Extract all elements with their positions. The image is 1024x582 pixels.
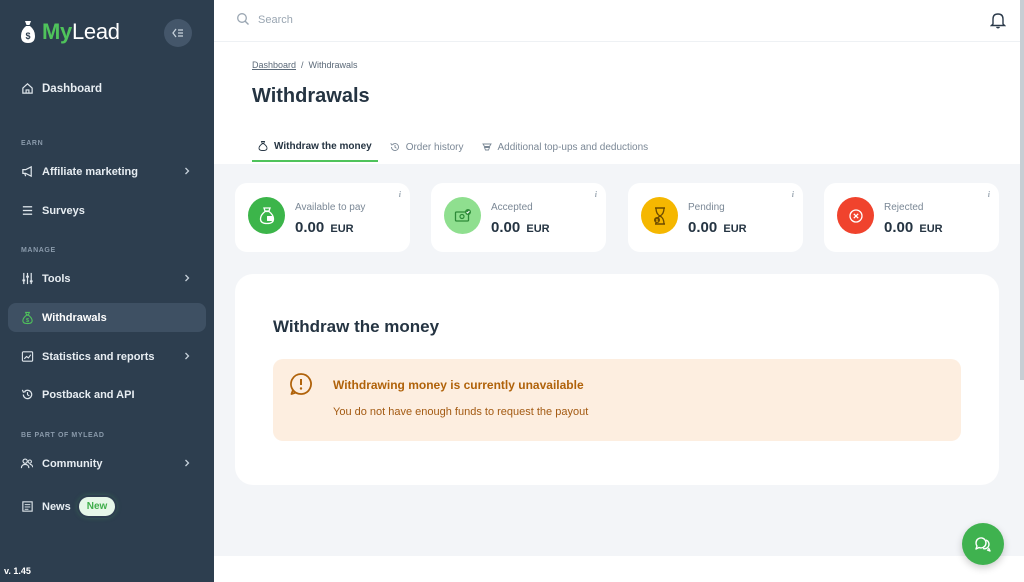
page-header: Dashboard / Withdrawals Withdrawals With…: [214, 42, 1024, 164]
sidebar-item-tools[interactable]: Tools: [8, 264, 206, 293]
sliders-icon: [20, 272, 34, 286]
stack-icon: [481, 143, 492, 151]
new-badge: New: [78, 497, 116, 516]
history-icon: [390, 143, 399, 151]
footer-area: [214, 556, 1024, 582]
tab-label: Withdraw the money: [274, 140, 372, 152]
breadcrumb: Dashboard / Withdrawals: [252, 60, 358, 70]
chevron-right-icon: [185, 167, 190, 175]
section-label-be-part: BE PART OF MYLEAD: [21, 432, 105, 439]
info-icon[interactable]: i: [792, 190, 794, 199]
stat-label: Available to pay: [295, 202, 366, 213]
page-title: Withdrawals: [252, 85, 370, 107]
stat-card-pending: $ Pending 0.00 EUR i: [628, 183, 803, 252]
money-bag-logo-icon: $: [21, 21, 35, 43]
sidebar-item-statistics[interactable]: Statistics and reports: [8, 342, 206, 371]
collapse-sidebar-button[interactable]: [164, 19, 192, 47]
info-icon[interactable]: i: [595, 190, 597, 199]
chat-icon: [975, 537, 991, 552]
tab-label: Additional top-ups and deductions: [497, 141, 649, 153]
stat-label: Accepted: [491, 202, 533, 213]
sidebar-item-affiliate-marketing[interactable]: Affiliate marketing: [8, 157, 206, 186]
newspaper-icon: [20, 500, 34, 514]
info-icon[interactable]: i: [988, 190, 990, 199]
chart-icon: [20, 350, 34, 364]
warning-icon: [290, 373, 312, 395]
logo[interactable]: $ MyLead: [20, 19, 120, 45]
sidebar-item-label: Surveys: [42, 204, 85, 217]
sidebar-item-community[interactable]: Community: [8, 449, 206, 478]
section-label-manage: MANAGE: [21, 247, 56, 254]
money-bag-icon: [248, 197, 285, 234]
warning-alert: Withdrawing money is currently unavailab…: [273, 359, 961, 441]
stat-card-available: Available to pay 0.00 EUR i: [235, 183, 410, 252]
collapse-icon: [172, 28, 183, 38]
logo-text: MyLead: [42, 19, 120, 44]
sidebar-item-postback[interactable]: Postback and API: [8, 380, 206, 409]
breadcrumb-current: Withdrawals: [308, 60, 358, 70]
sidebar-item-label: Postback and API: [42, 388, 135, 401]
sidebar-item-label: Affiliate marketing: [42, 165, 138, 178]
tab-label: Order history: [405, 141, 464, 153]
stat-value: 0.00 EUR: [688, 219, 747, 236]
stat-card-accepted: Accepted 0.00 EUR i: [431, 183, 606, 252]
stat-value: 0.00 EUR: [295, 219, 354, 236]
stat-label: Pending: [688, 202, 725, 213]
stat-value: 0.00 EUR: [884, 219, 943, 236]
alert-text: You do not have enough funds to request …: [333, 406, 589, 418]
breadcrumb-separator: /: [301, 60, 304, 70]
withdraw-card: Withdraw the money Withdrawing money is …: [235, 274, 999, 485]
scrollbar[interactable]: [1020, 0, 1024, 380]
money-bag-icon: $: [20, 311, 34, 325]
close-circle-icon: [837, 197, 874, 234]
bell-icon[interactable]: [990, 11, 1006, 29]
topbar: [214, 0, 1024, 42]
chat-button[interactable]: [962, 523, 1004, 565]
tab-withdraw-the-money[interactable]: Withdraw the money: [252, 132, 378, 162]
hourglass-icon: $: [641, 197, 678, 234]
sidebar-item-label: Tools: [42, 272, 71, 285]
list-icon: [20, 204, 34, 218]
search-input[interactable]: [258, 10, 558, 30]
alert-title: Withdrawing money is currently unavailab…: [333, 378, 584, 392]
sidebar-item-label: Community: [42, 457, 103, 470]
section-title: Withdraw the money: [273, 317, 440, 336]
tabs: Withdraw the money Order history Additio…: [252, 132, 660, 164]
sidebar-item-label: Dashboard: [42, 82, 103, 95]
home-icon: [20, 82, 34, 96]
section-label-earn: EARN: [21, 140, 44, 147]
tab-additional-top-ups[interactable]: Additional top-ups and deductions: [476, 132, 655, 162]
users-icon: [20, 457, 34, 471]
stat-label: Rejected: [884, 202, 924, 213]
search-icon: [237, 13, 249, 25]
stat-value: 0.00 EUR: [491, 219, 550, 236]
svg-text:$: $: [25, 31, 30, 41]
megaphone-icon: [20, 165, 34, 179]
chevron-right-icon: [185, 459, 190, 467]
money-bag-icon: [258, 141, 268, 151]
chevron-right-icon: [185, 274, 190, 282]
sidebar-item-dashboard[interactable]: Dashboard: [8, 74, 206, 103]
history-icon: [20, 388, 34, 402]
sidebar: $ MyLead Dashboard EARN Affiliate market…: [0, 0, 214, 582]
sidebar-item-label: Statistics and reports: [42, 350, 155, 363]
sidebar-item-withdrawals[interactable]: $ Withdrawals: [8, 303, 206, 332]
chevron-right-icon: [185, 352, 190, 360]
tab-order-history[interactable]: Order history: [384, 132, 470, 162]
stat-card-rejected: Rejected 0.00 EUR i: [824, 183, 999, 252]
version-label: v. 1.45: [4, 566, 31, 576]
sidebar-item-label: News: [42, 500, 71, 513]
info-icon[interactable]: i: [399, 190, 401, 199]
check-cash-icon: [444, 197, 481, 234]
sidebar-item-surveys[interactable]: Surveys: [8, 196, 206, 225]
sidebar-item-news[interactable]: News New: [8, 492, 206, 521]
breadcrumb-link-dashboard[interactable]: Dashboard: [252, 60, 296, 70]
sidebar-item-label: Withdrawals: [42, 311, 107, 324]
